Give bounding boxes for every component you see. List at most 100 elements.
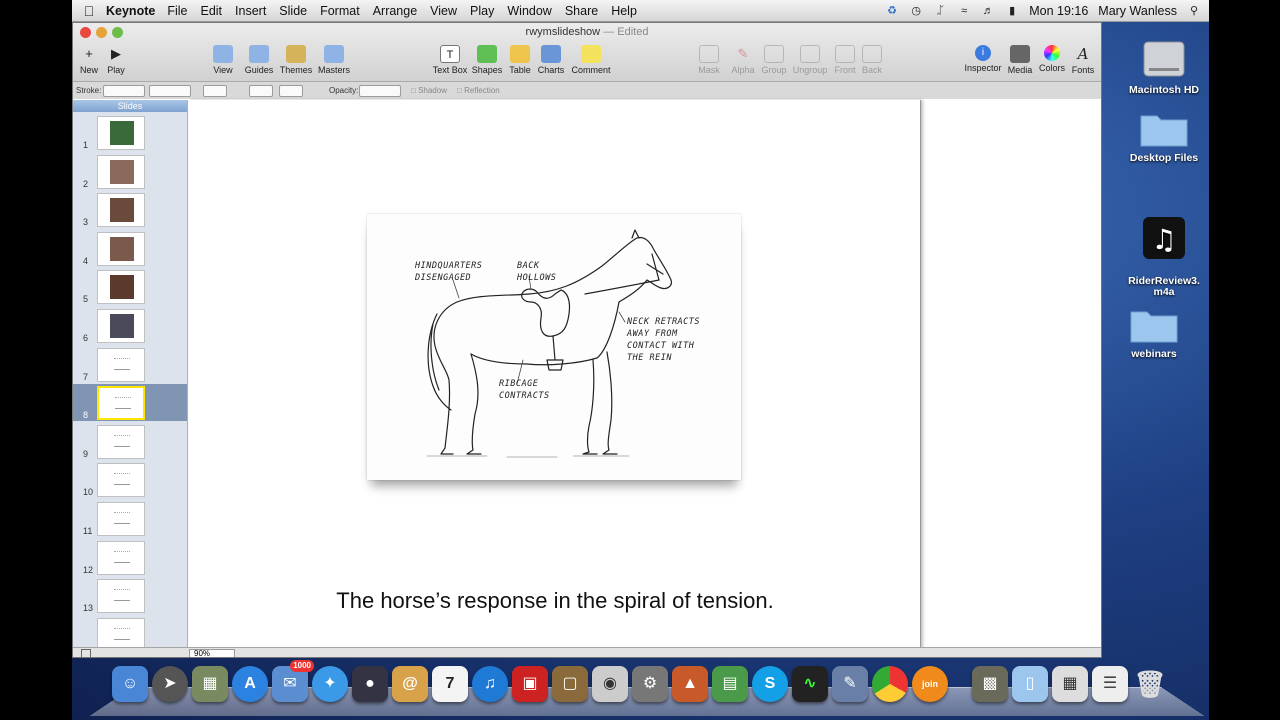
app-menu[interactable]: Keynote (106, 4, 155, 18)
slide-thumbnail-row[interactable]: 7 (73, 346, 187, 383)
desktop-item-macintosh-hd[interactable]: Macintosh HD (1116, 32, 1209, 96)
slide-thumbnail-row[interactable]: 10 (73, 461, 187, 498)
horse-illustration[interactable]: HINDQUARTERS DISENGAGED BACK HOLLOWS NEC… (367, 214, 741, 480)
user-name[interactable]: Mary Wanless (1098, 4, 1177, 18)
slide-thumbnail-row[interactable]: 6 (73, 307, 187, 344)
calendar-icon[interactable]: 7 (432, 666, 468, 702)
clock[interactable]: Mon 19:16 (1029, 4, 1088, 18)
opacity-field[interactable] (359, 85, 401, 97)
slide-thumbnail[interactable] (97, 193, 145, 228)
menu-arrange[interactable]: Arrange (373, 4, 417, 18)
finder-icon[interactable]: ☺ (112, 666, 148, 702)
text-box-button[interactable]: T Text Box (430, 45, 470, 75)
menu-view[interactable]: View (430, 4, 457, 18)
sync-icon[interactable]: ♻ (885, 5, 899, 17)
stack-downloads-icon[interactable]: ▩ (972, 666, 1008, 702)
keynote-dock-icon[interactable]: ▲ (672, 666, 708, 702)
dashboard-icon[interactable]: ▦ (192, 666, 228, 702)
stroke-width-select[interactable] (149, 85, 191, 97)
slide-thumbnail[interactable] (97, 617, 145, 648)
trash-icon[interactable]: 🗑 (1132, 666, 1168, 702)
photo-booth-icon[interactable]: ▣ (512, 666, 548, 702)
shadow-checkbox[interactable]: □ Shadow (411, 86, 447, 95)
desktop-item-desktop-files[interactable]: Desktop Files (1116, 108, 1209, 164)
stroke-style-select[interactable] (103, 85, 145, 97)
slide-thumbnail[interactable] (97, 116, 145, 150)
slide-thumbnail[interactable] (97, 386, 145, 421)
slide-thumbnail[interactable] (97, 540, 145, 575)
slide-thumbnail-row[interactable]: 13 (73, 577, 187, 614)
slide-thumbnail[interactable] (97, 231, 145, 266)
wifi-icon[interactable]: ≈ (957, 5, 971, 17)
slide-navigator[interactable]: Slides 1 2 3 4 5 6 7 8 9 10 11 12 13 (73, 100, 188, 648)
slide-thumbnail-row[interactable]: 5 (73, 268, 187, 305)
slide-thumbnail-row[interactable]: 3 (73, 191, 187, 228)
stack-files-icon[interactable]: ☰ (1092, 666, 1128, 702)
facetime-icon[interactable]: ● (352, 666, 388, 702)
back-button[interactable]: Back (852, 45, 892, 75)
iphoto-icon[interactable]: ▢ (552, 666, 588, 702)
slide-thumbnail[interactable] (97, 463, 145, 498)
fonts-button[interactable]: A Fonts (1063, 45, 1101, 75)
menu-window[interactable]: Window (507, 4, 551, 18)
menu-slide[interactable]: Slide (279, 4, 307, 18)
menu-file[interactable]: File (167, 4, 187, 18)
stack-documents-icon[interactable]: ▦ (1052, 666, 1088, 702)
line-endpoint-select[interactable] (249, 85, 273, 97)
zoom-select[interactable]: 90% (189, 649, 235, 657)
slide-thumbnail[interactable] (97, 579, 145, 614)
menu-share[interactable]: Share (565, 4, 598, 18)
slide-canvas-area[interactable]: HINDQUARTERS DISENGAGED BACK HOLLOWS NEC… (189, 100, 1101, 648)
itunes-icon[interactable]: ♫ (472, 666, 508, 702)
contacts-icon[interactable]: @ (392, 666, 428, 702)
spotlight-search-icon[interactable]: ⚲ (1187, 5, 1201, 17)
slide-thumbnail-row[interactable]: 11 (73, 500, 187, 537)
battery-icon[interactable]: ▮ (1005, 5, 1019, 17)
slide-thumbnail[interactable] (97, 502, 145, 536)
view-options-icon[interactable] (81, 649, 91, 657)
mail-icon[interactable]: ✉ 1000 (272, 660, 314, 702)
slide-thumbnail-row[interactable]: 9 (73, 423, 187, 460)
guides-button[interactable]: Guides (239, 45, 279, 75)
comment-button[interactable]: Comment (571, 45, 611, 75)
app-store-icon[interactable]: A (232, 666, 268, 702)
chrome-icon[interactable] (872, 666, 908, 702)
safari-icon[interactable]: ✦ (312, 666, 348, 702)
current-slide[interactable]: HINDQUARTERS DISENGAGED BACK HOLLOWS NEC… (189, 100, 921, 648)
desktop-item-webinars[interactable]: webinars (1106, 304, 1202, 360)
masters-button[interactable]: Masters (314, 45, 354, 75)
slide-thumbnail-row[interactable]: 12 (73, 539, 187, 576)
fill-select[interactable] (279, 85, 303, 97)
ungroup-button[interactable]: Ungroup (790, 45, 830, 75)
slide-thumbnail-row[interactable]: 1 (73, 114, 187, 151)
view-button[interactable]: View (203, 45, 243, 75)
desktop-item-riderreview[interactable]: ♫ RiderReview3. m4a (1116, 204, 1209, 298)
apple-menu-icon[interactable]:  (72, 3, 106, 19)
numbers-icon[interactable]: ▤ (712, 666, 748, 702)
slide-thumbnail[interactable] (97, 309, 145, 343)
menu-insert[interactable]: Insert (235, 4, 266, 18)
slide-thumbnail[interactable] (97, 347, 145, 382)
menu-edit[interactable]: Edit (200, 4, 222, 18)
reflection-checkbox[interactable]: □ Reflection (457, 86, 500, 95)
menu-play[interactable]: Play (470, 4, 494, 18)
join-me-icon[interactable]: join (912, 666, 948, 702)
skype-icon[interactable]: S (752, 666, 788, 702)
stroke-color-well[interactable] (203, 85, 227, 97)
stack-folder-icon[interactable]: ▯ (1012, 666, 1048, 702)
themes-button[interactable]: Themes (276, 45, 316, 75)
time-machine-icon[interactable]: ◷ (909, 5, 923, 17)
dvd-player-icon[interactable]: ◉ (592, 666, 628, 702)
slide-thumbnail[interactable] (97, 424, 145, 459)
slide-thumbnail-row[interactable]: 2 (73, 153, 187, 190)
slide-thumbnail-row[interactable]: 4 (73, 230, 187, 267)
slide-caption[interactable]: The horse’s response in the spiral of te… (189, 588, 921, 614)
menu-format[interactable]: Format (320, 4, 360, 18)
charts-button[interactable]: Charts (531, 45, 571, 75)
volume-icon[interactable]: ♬ (981, 5, 995, 17)
slide-thumbnail[interactable] (97, 154, 145, 189)
bluetooth-icon[interactable]: ᛢ (933, 5, 947, 17)
inspector-button[interactable]: i Inspector (963, 45, 1003, 73)
launchpad-icon[interactable]: ➤ (152, 666, 188, 702)
system-preferences-icon[interactable]: ⚙ (632, 666, 668, 702)
